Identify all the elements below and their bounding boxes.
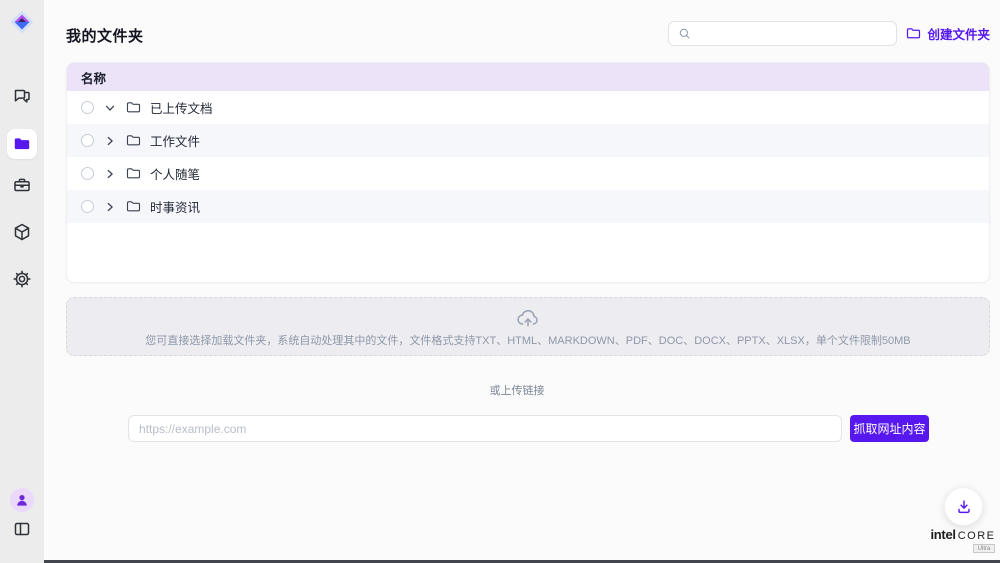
sidebar-item-folders[interactable] — [7, 129, 37, 159]
url-input[interactable] — [128, 415, 842, 442]
create-folder-label: 创建文件夹 — [927, 24, 990, 43]
chevron-icon[interactable] — [103, 134, 117, 148]
download-fab[interactable] — [944, 487, 983, 526]
folder-icon — [126, 199, 141, 214]
download-icon — [955, 498, 973, 516]
folder-table: 名称 已上传文档 工作文件 个人随笔 时事资讯 — [66, 62, 990, 283]
chevron-icon[interactable] — [103, 167, 117, 181]
folder-name: 个人随笔 — [150, 164, 200, 183]
cloud-upload-icon — [515, 306, 541, 328]
row-checkbox[interactable] — [81, 134, 94, 147]
folder-icon — [13, 135, 31, 153]
folder-plus-icon — [906, 26, 921, 41]
folder-name: 已上传文档 — [150, 98, 213, 117]
folder-icon — [126, 133, 141, 148]
panel-toggle-icon[interactable] — [0, 519, 44, 539]
sidebar-item-settings[interactable] — [0, 269, 44, 289]
fetch-url-button[interactable]: 抓取网址内容 — [850, 415, 929, 442]
folder-icon — [126, 166, 141, 181]
search-input[interactable] — [691, 22, 896, 45]
app-logo-icon — [8, 8, 36, 36]
folder-name: 工作文件 — [150, 131, 200, 150]
user-avatar[interactable] — [10, 488, 34, 512]
sidebar-item-cube[interactable] — [0, 222, 44, 242]
folder-name: 时事资讯 — [150, 197, 200, 216]
sidebar-item-briefcase[interactable] — [0, 175, 44, 195]
table-row[interactable]: 工作文件 — [67, 124, 989, 157]
folder-icon — [126, 100, 141, 115]
sidebar — [0, 0, 44, 563]
upload-dropzone[interactable]: 您可直接选择加载文件夹，系统自动处理其中的文件，文件格式支持TXT、HTML、M… — [66, 297, 990, 356]
row-checkbox[interactable] — [81, 101, 94, 114]
table-header-name: 名称 — [67, 63, 989, 91]
intel-ultra-badge: Ultra — [973, 544, 995, 553]
create-folder-button[interactable]: 创建文件夹 — [906, 24, 990, 43]
app-window: 我的文件夹 创建文件夹 名称 已上传文档 — [0, 0, 1000, 563]
chevron-icon[interactable] — [103, 200, 117, 214]
sidebar-item-chat[interactable] — [0, 87, 44, 107]
page-title: 我的文件夹 — [66, 25, 144, 46]
row-checkbox[interactable] — [81, 167, 94, 180]
or-upload-link-label: 或上传链接 — [44, 382, 990, 398]
upload-hint: 您可直接选择加载文件夹，系统自动处理其中的文件，文件格式支持TXT、HTML、M… — [145, 332, 910, 348]
search-icon — [678, 27, 691, 40]
table-row[interactable]: 已上传文档 — [67, 91, 989, 124]
table-row[interactable]: 时事资讯 — [67, 190, 989, 223]
chevron-icon[interactable] — [103, 101, 117, 115]
intel-core-logo: intelcore Ultra — [929, 528, 997, 553]
search-box — [668, 21, 897, 46]
table-row[interactable]: 个人随笔 — [67, 157, 989, 190]
row-checkbox[interactable] — [81, 200, 94, 213]
